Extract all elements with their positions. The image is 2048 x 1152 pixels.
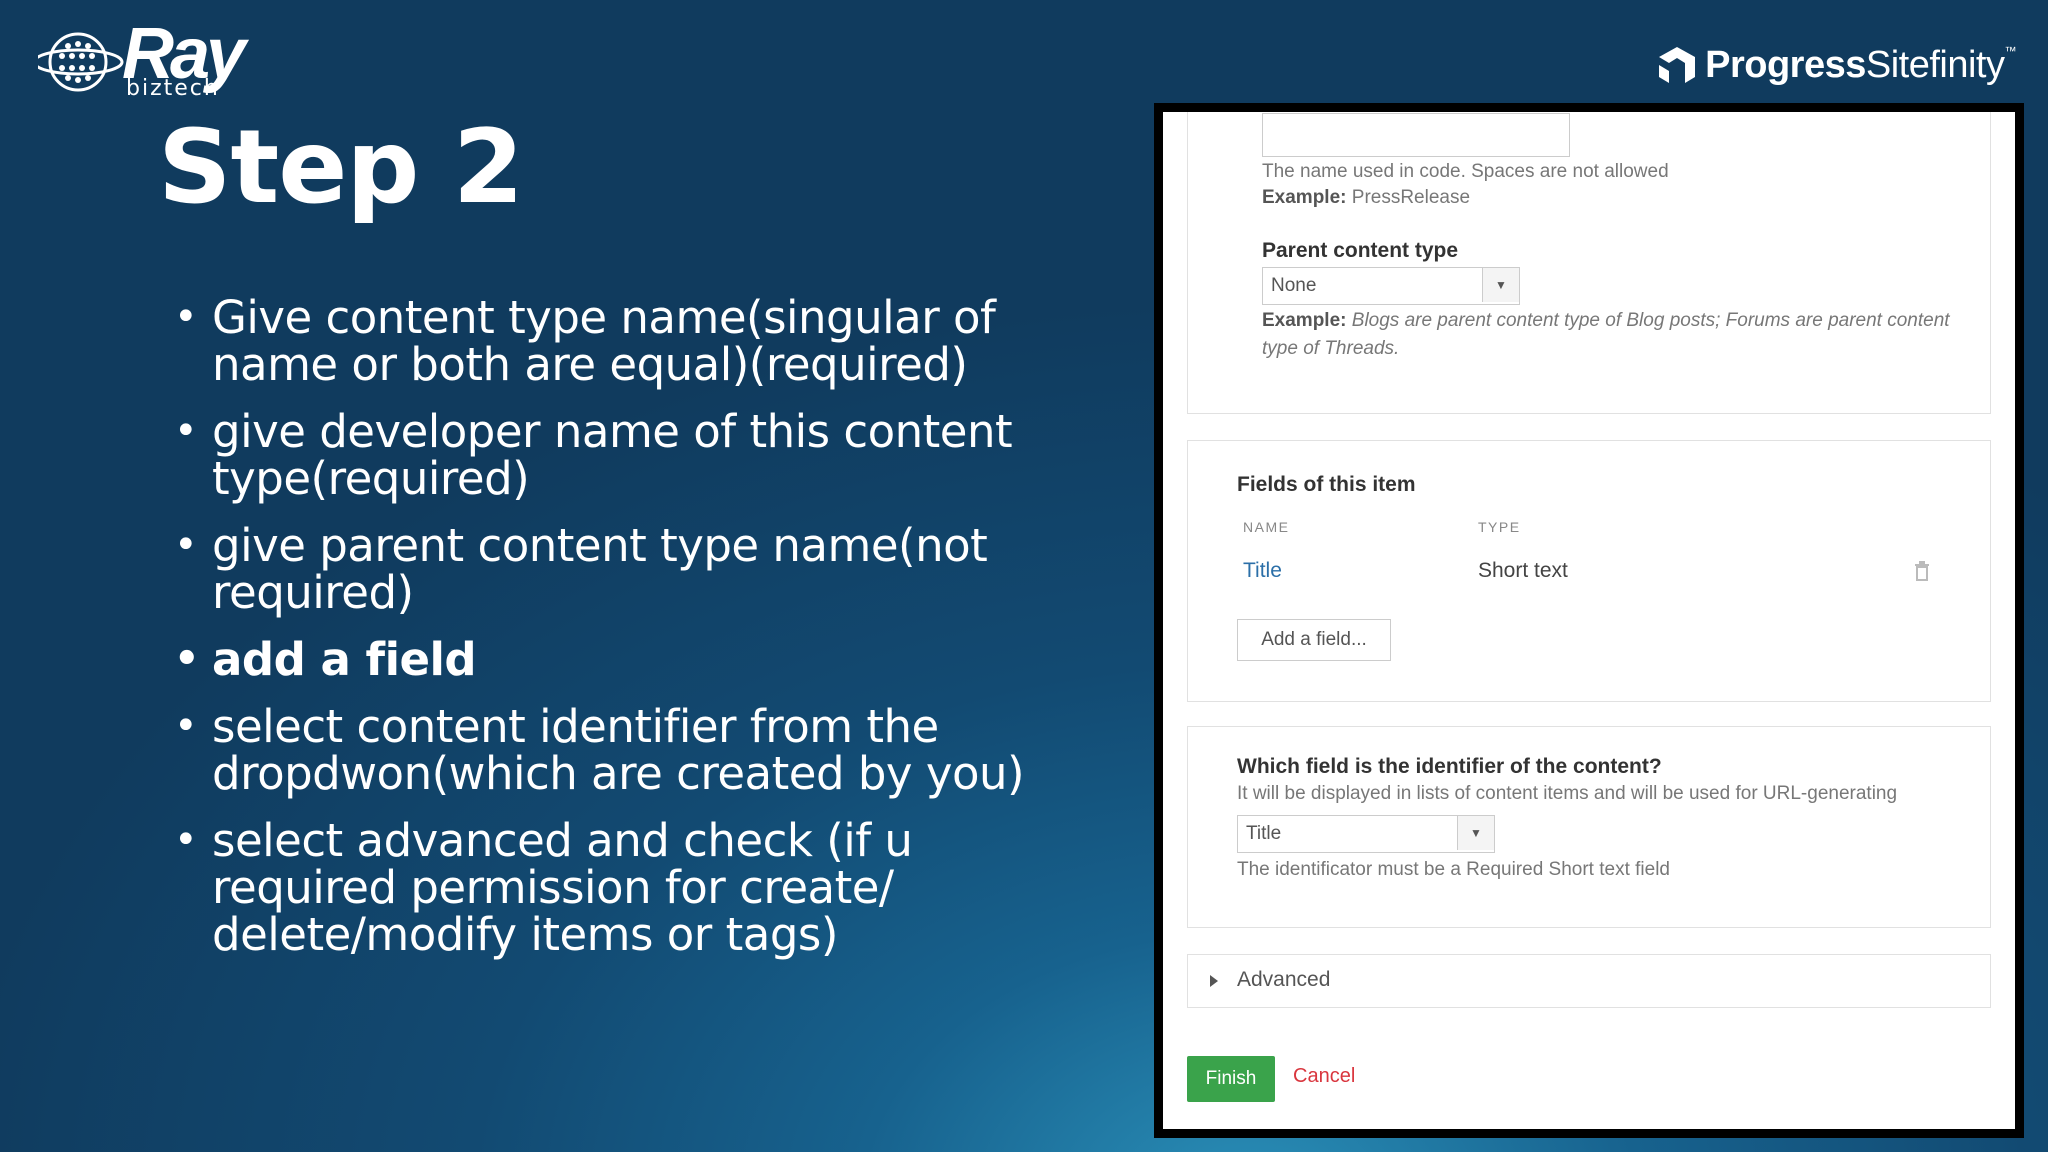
column-header-name: NAME: [1243, 519, 1290, 535]
developer-name-example: Example: PressRelease: [1262, 187, 1470, 209]
example-label: Example:: [1262, 187, 1347, 208]
bullet-list: Give content type name(singular of name …: [172, 294, 1092, 978]
parent-content-type-select[interactable]: None ▼: [1262, 267, 1520, 305]
trash-icon[interactable]: [1914, 561, 1930, 581]
advanced-label: Advanced: [1237, 968, 1331, 991]
brand-name: ProgressSitefinity™: [1705, 43, 2016, 86]
bullet-item: select content identifier from the dropd…: [172, 703, 1092, 797]
parent-select-value: None: [1271, 275, 1317, 296]
caret-right-icon: [1210, 975, 1218, 987]
progress-mark-icon: [1659, 47, 1696, 83]
developer-name-help: The name used in code. Spaces are not al…: [1262, 161, 1669, 182]
parent-example: Example: Blogs are parent content type o…: [1262, 307, 1962, 363]
content-type-form: The name used in code. Spaces are not al…: [1163, 112, 2015, 1129]
ray-biztech-logo: Ray biztech: [38, 18, 258, 102]
progress-sitefinity-logo: ProgressSitefinity™: [1655, 40, 2016, 90]
ray-logo-sub: biztech: [126, 76, 220, 101]
identifier-note: The identificator must be a Required Sho…: [1237, 859, 1671, 880]
general-card: The name used in code. Spaces are not al…: [1187, 112, 1991, 414]
example-label: Example:: [1262, 310, 1347, 331]
field-row-type: Short text: [1478, 559, 1568, 582]
example-value: PressRelease: [1351, 187, 1471, 208]
fields-card: Fields of this item NAME TYPE Title Shor…: [1187, 440, 1991, 702]
chevron-down-icon[interactable]: ▼: [1482, 268, 1519, 302]
globe-icon: [38, 32, 124, 92]
identifier-select-value: Title: [1246, 823, 1282, 844]
bullet-item: give parent content type name(not requir…: [172, 522, 1092, 616]
identifier-help: It will be displayed in lists of content…: [1237, 783, 1898, 804]
example-text: Blogs are parent content type of Blog po…: [1262, 310, 1950, 359]
identifier-card: Which field is the identifier of the con…: [1187, 726, 1991, 928]
identifier-select[interactable]: Title ▼: [1237, 815, 1495, 853]
bullet-item: Give content type name(singular of name …: [172, 294, 1092, 388]
advanced-toggle[interactable]: Advanced: [1187, 954, 1991, 1008]
finish-button[interactable]: Finish: [1187, 1056, 1275, 1102]
bullet-item-bold: add a field: [172, 636, 1092, 683]
add-field-button[interactable]: Add a field...: [1237, 619, 1391, 661]
identifier-question: Which field is the identifier of the con…: [1237, 755, 1662, 778]
fields-heading: Fields of this item: [1237, 473, 1416, 496]
chevron-down-icon[interactable]: ▼: [1457, 816, 1494, 850]
bullet-item: give developer name of this content type…: [172, 408, 1092, 502]
column-header-type: TYPE: [1478, 519, 1521, 535]
parent-content-type-label: Parent content type: [1262, 239, 1459, 262]
cancel-button[interactable]: Cancel: [1293, 1065, 1355, 1088]
bullet-item: select advanced and check (if u required…: [172, 817, 1092, 958]
slide-title: Step 2: [158, 108, 524, 227]
add-field-label: Add a field...: [1261, 629, 1367, 650]
developer-name-input[interactable]: [1262, 113, 1570, 157]
field-row-name[interactable]: Title: [1243, 559, 1282, 583]
